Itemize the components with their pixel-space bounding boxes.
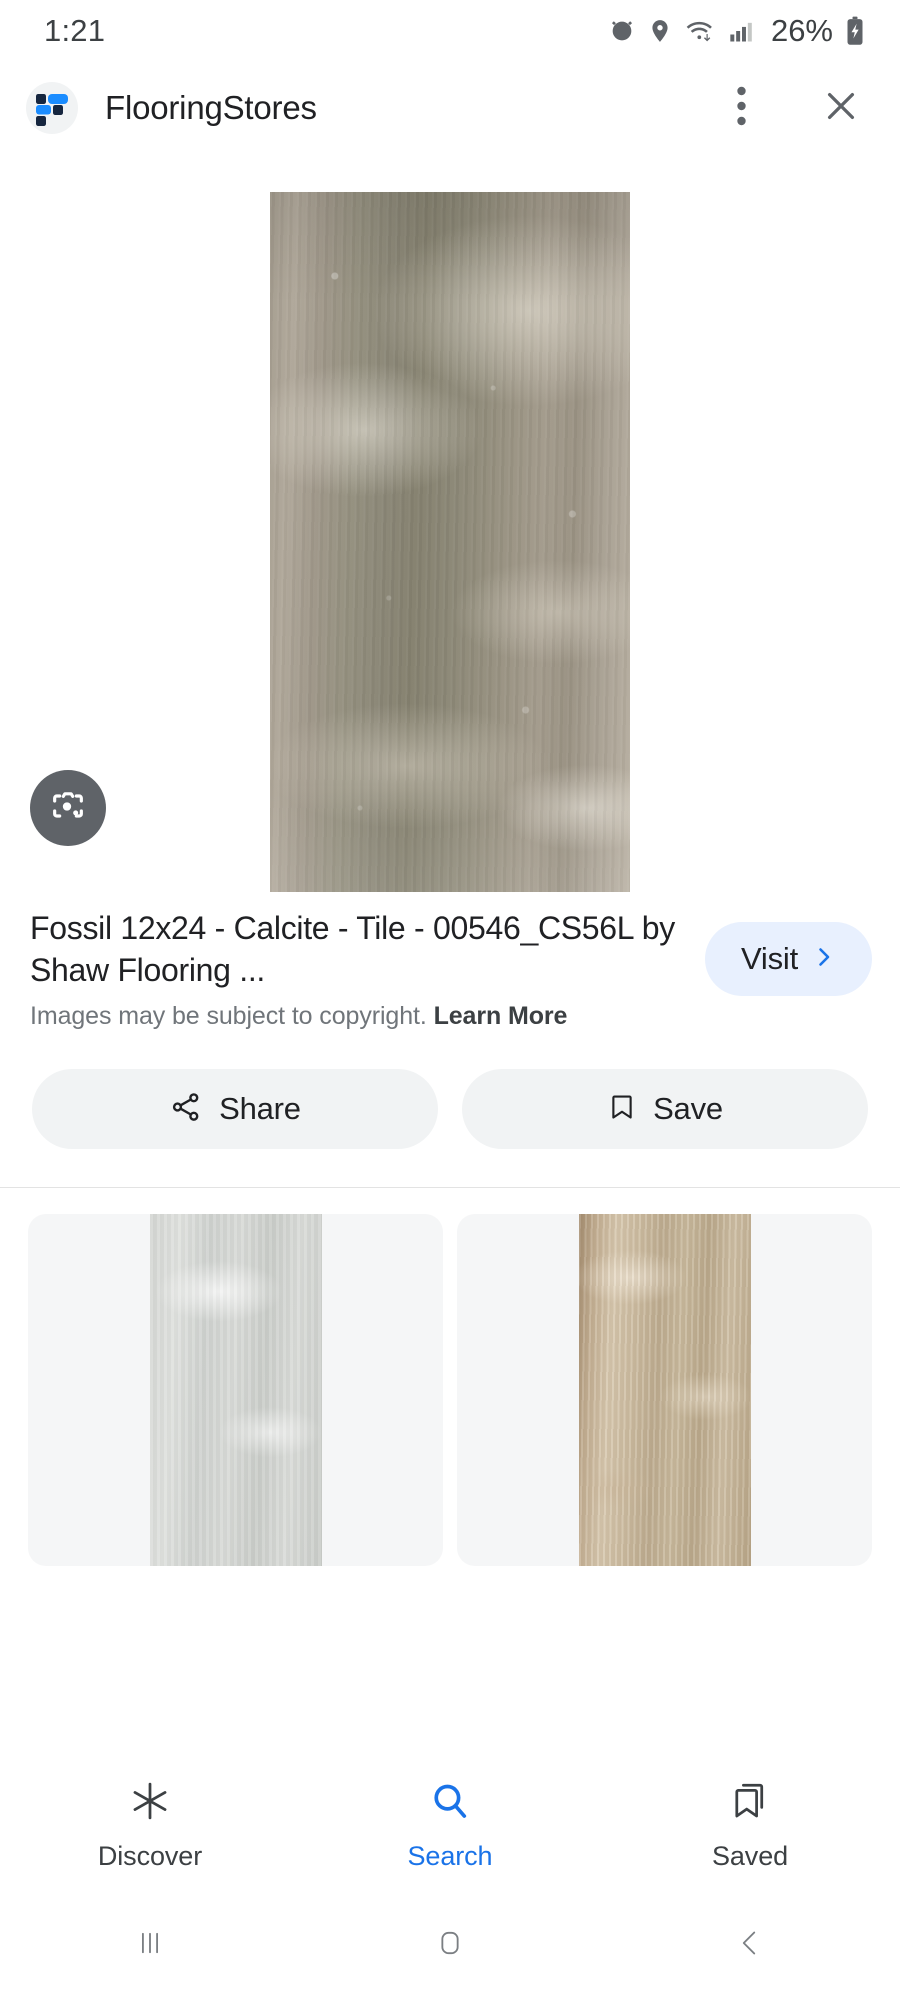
hero-image-section	[0, 154, 900, 894]
bookmarks-stack-icon	[728, 1779, 772, 1828]
close-icon	[820, 85, 862, 132]
action-button-row: Share Save	[0, 1031, 900, 1150]
cellular-signal-icon	[727, 17, 757, 45]
sparkle-asterisk-icon	[128, 1779, 172, 1828]
nav-label-search: Search	[407, 1840, 493, 1871]
chevron-right-icon	[812, 943, 836, 976]
back-button[interactable]	[600, 1926, 900, 1965]
related-image-card[interactable]	[28, 1214, 443, 1567]
nav-label-discover: Discover	[97, 1840, 203, 1871]
save-button-label: Save	[653, 1091, 723, 1127]
location-pin-icon	[647, 17, 673, 45]
learn-more-link[interactable]: Learn More	[434, 1002, 568, 1030]
share-button-label: Share	[219, 1091, 301, 1127]
battery-percent-label: 26%	[770, 13, 833, 48]
brand-avatar[interactable]	[26, 82, 78, 134]
bottom-navigation-bar: Discover Search Saved	[0, 1760, 900, 1890]
nav-item-saved[interactable]: Saved	[600, 1779, 900, 1872]
main-result-image[interactable]	[270, 192, 630, 892]
status-bar-icons: 26%	[608, 13, 866, 49]
flooringstores-grid-logo-icon	[33, 89, 71, 127]
google-lens-button[interactable]	[30, 770, 106, 846]
alarm-icon	[608, 17, 636, 45]
wifi-icon	[684, 17, 716, 45]
status-bar-clock: 1:21	[44, 13, 106, 48]
copyright-notice: Images may be subject to copyright. Lear…	[30, 1002, 687, 1031]
save-button[interactable]: Save	[462, 1069, 868, 1150]
related-images-grid	[0, 1188, 900, 1567]
result-text-block: Fossil 12x24 - Calcite - Tile - 00546_CS…	[30, 908, 705, 1031]
back-chevron-icon	[733, 1926, 767, 1965]
visit-button-label: Visit	[740, 941, 798, 976]
status-bar: 1:21 26%	[0, 0, 900, 62]
search-magnifier-icon	[428, 1779, 472, 1828]
battery-charging-icon	[844, 16, 866, 46]
result-title: Fossil 12x24 - Calcite - Tile - 00546_CS…	[30, 910, 675, 988]
share-nodes-icon	[169, 1090, 203, 1129]
copyright-text: Images may be subject to copyright.	[30, 1002, 427, 1031]
share-button[interactable]: Share	[32, 1069, 438, 1150]
home-button[interactable]	[300, 1926, 600, 1965]
app-header: FlooringStores	[0, 62, 900, 154]
bookmark-icon	[607, 1090, 637, 1129]
brand-name: FlooringStores	[105, 89, 317, 126]
result-info-row: Fossil 12x24 - Calcite - Tile - 00546_CS…	[0, 894, 900, 1031]
overflow-menu-button[interactable]	[710, 77, 772, 139]
thumbnail-tan-travertine-tile	[578, 1214, 751, 1567]
google-lens-icon	[48, 786, 88, 831]
recents-bars-icon	[133, 1926, 167, 1965]
nav-label-saved: Saved	[711, 1840, 789, 1871]
home-square-icon	[433, 1926, 467, 1965]
close-button[interactable]	[810, 77, 872, 139]
thumbnail-light-grey-tile	[149, 1214, 322, 1567]
related-image-card[interactable]	[457, 1214, 872, 1567]
visit-button[interactable]: Visit	[704, 922, 872, 996]
nav-item-search[interactable]: Search	[300, 1779, 600, 1872]
android-system-nav-bar	[0, 1890, 900, 2000]
kebab-menu-icon	[736, 86, 746, 131]
recents-button[interactable]	[0, 1926, 300, 1965]
nav-item-discover[interactable]: Discover	[0, 1779, 300, 1872]
